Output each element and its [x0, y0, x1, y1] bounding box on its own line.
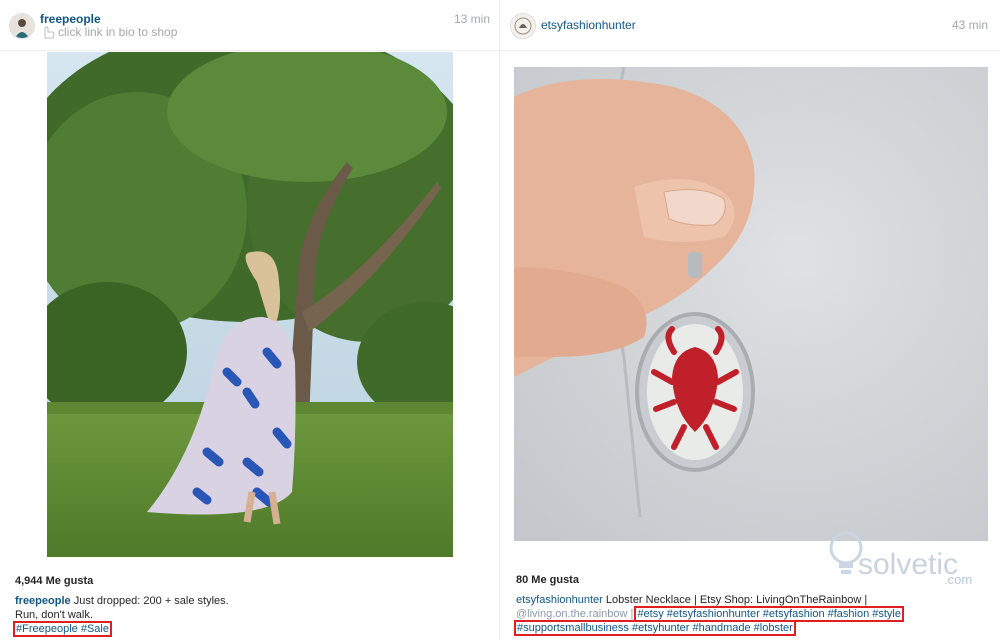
like-count[interactable]: 4,944 Me gusta [15, 575, 93, 587]
post-photo[interactable] [47, 52, 453, 557]
solvetic-watermark: solvetic .com [822, 528, 982, 588]
avatar[interactable] [510, 13, 536, 39]
watermark-suffix: .com [944, 572, 973, 587]
caption-text-line1: Just dropped: 200 + sale styles. [73, 595, 229, 607]
caption-text-line2: Run, don't walk. [15, 609, 93, 621]
post-photo[interactable] [514, 67, 988, 541]
hashtags-highlighted-line1[interactable]: #etsy #etsyfashionhunter #etsyfashion #f… [634, 606, 904, 622]
post-time[interactable]: 13 min [454, 12, 490, 26]
post-header: freepeople click link in bio to shop 13 … [0, 0, 500, 51]
username[interactable]: etsyfashionhunter [541, 18, 636, 32]
username[interactable]: freepeople [40, 12, 101, 26]
post-header: etsyfashionhunter 43 min [500, 0, 1000, 51]
caption: freepeople Just dropped: 200 + sale styl… [13, 594, 485, 637]
mention-link[interactable]: @living.on.the.rainbow | [516, 608, 633, 620]
post-freepeople: freepeople click link in bio to shop 13 … [0, 0, 500, 640]
caption-text-line1: Lobster Necklace | Etsy Shop: LivingOnTh… [605, 594, 868, 606]
avatar[interactable] [9, 13, 35, 39]
location-link[interactable]: click link in bio to shop [58, 25, 177, 39]
post-time[interactable]: 43 min [952, 18, 988, 32]
like-count[interactable]: 80 Me gusta [516, 574, 579, 586]
caption-username[interactable]: etsyfashionhunter [516, 594, 603, 606]
caption: etsyfashionhunter Lobster Necklace | Ets… [514, 593, 986, 636]
pointer-hand-icon [40, 25, 56, 39]
hashtags-highlighted[interactable]: #Freepeople #Sale [13, 621, 112, 637]
hashtags-highlighted-line2[interactable]: #supportsmallbusiness #etsyhunter #handm… [514, 620, 796, 636]
caption-username[interactable]: freepeople [15, 595, 71, 607]
